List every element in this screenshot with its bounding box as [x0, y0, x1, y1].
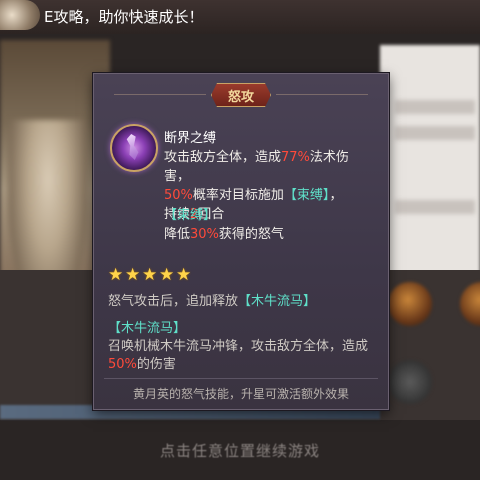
bonus-desc-text: 召唤机械木牛流马冲锋，攻击敌方全体，造成 [108, 339, 369, 354]
avatar [0, 0, 40, 30]
skill-figure-icon [126, 134, 139, 160]
skill-tooltip: 怒攻 断界之缚 攻击敌方全体，造成77%法术伤害， 50%概率对目标施加【束缚】，… [93, 73, 389, 410]
footer-divider [104, 378, 378, 379]
tap-to-continue-hint[interactable]: 点击任意位置继续游戏 [0, 440, 480, 461]
bonus-desc-text: 的伤害 [136, 357, 176, 372]
skill-icon [110, 124, 158, 172]
star-icon: ★ [142, 265, 158, 285]
star-bonus-line: 怒气攻击后，追加释放【木牛流马】 [108, 290, 316, 309]
desc-text: 概率对目标施加 [192, 188, 284, 203]
background-row [395, 100, 475, 114]
skill-type-tag: 怒攻 [211, 83, 271, 107]
bonus-skill-name: 【木牛流马】 [108, 321, 187, 336]
bonus-text: 怒气攻击后，追加释放 [108, 294, 239, 309]
top-banner: E攻略，助你快速成长！ [0, 0, 480, 34]
effect-percent: 30% [190, 227, 219, 242]
chance-percent: 50% [164, 188, 193, 203]
star-icon: ★ [108, 265, 124, 285]
bonus-percent: 50% [108, 357, 137, 372]
star-rating: ★ ★ ★ ★ ★ [108, 265, 192, 285]
bonus-skill-link: 【木牛流马】 [238, 294, 317, 309]
star-icon: ★ [159, 265, 175, 285]
star-icon: ★ [176, 265, 192, 285]
banner-text: E攻略，助你快速成长！ [44, 8, 204, 26]
desc-text: ， [329, 188, 343, 203]
background-row [395, 200, 475, 214]
damage-percent: 77% [281, 150, 310, 165]
star-icon: ★ [125, 265, 141, 285]
effect-text: 降低 [164, 227, 191, 242]
background-info-panel [380, 45, 480, 275]
background-row [395, 126, 475, 140]
status-effect-name: 【束缚】 [164, 208, 217, 223]
footer-note: 黄月英的怒气技能，升星可激活额外效果 [132, 387, 349, 401]
tag-divider-left [114, 94, 206, 95]
status-effect-link: 【束缚】 [283, 188, 330, 203]
tag-divider-right [276, 94, 368, 95]
status-effect-description: 【束缚】降低30%获得的怒气 [164, 206, 374, 244]
effect-text: 获得的怒气 [218, 227, 284, 242]
bonus-skill-description: 【木牛流马】召唤机械木牛流马冲锋，攻击敌方全体，造成 50%的伤害 [108, 320, 378, 374]
background-skill-icon [388, 282, 432, 326]
desc-text: 攻击敌方全体，造成 [164, 150, 282, 165]
skill-name: 断界之缚 [164, 131, 217, 146]
background-skill-icon [388, 360, 432, 404]
